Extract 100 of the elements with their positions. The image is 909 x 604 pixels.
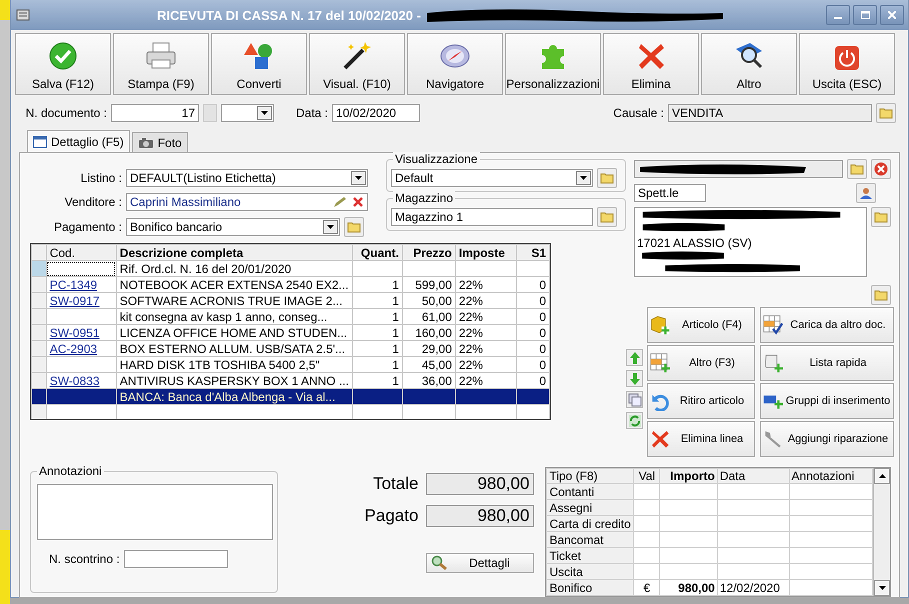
field-label: N. scontrino : <box>49 552 120 566</box>
column-header[interactable]: Cod. <box>46 244 116 260</box>
copy-button[interactable] <box>626 391 643 408</box>
remove-button[interactable] <box>871 159 891 179</box>
salutation-field[interactable]: Spett.le <box>634 184 706 202</box>
column-header[interactable]: Quant. <box>352 244 402 260</box>
pencil-icon[interactable] <box>333 196 347 208</box>
folder-button[interactable] <box>871 207 891 227</box>
reason-field[interactable]: VENDITA <box>668 104 872 122</box>
toolbar-button[interactable]: Altro <box>701 33 797 95</box>
tab[interactable]: Foto <box>132 132 188 152</box>
document-number-field[interactable]: 17 <box>111 104 199 122</box>
date-field[interactable]: 10/02/2020 <box>332 104 420 122</box>
notes-field[interactable] <box>37 484 273 540</box>
address-field[interactable]: 17021 ALASSIO (SV) <box>634 207 867 277</box>
column-header[interactable]: Imposte <box>455 244 517 260</box>
payment-type-cell[interactable]: Contanti <box>546 484 634 500</box>
address-line: 17021 ALASSIO (SV) <box>637 236 752 250</box>
view-dropdown[interactable]: Default <box>391 169 593 187</box>
row-indicator[interactable] <box>32 388 46 404</box>
payment-type-cell[interactable]: Ticket <box>546 548 634 564</box>
printer-icon <box>144 41 178 71</box>
action-button[interactable]: Carica da altro doc. <box>760 307 894 343</box>
small-field[interactable] <box>203 104 217 122</box>
delete-icon[interactable] <box>353 197 363 207</box>
column-header[interactable]: Importo <box>660 468 718 484</box>
toolbar-button[interactable]: Visual. (F10) <box>309 33 405 95</box>
table-cell: 22% <box>455 356 517 372</box>
code-link[interactable]: SW-0951 <box>50 326 100 340</box>
receipt-number-field[interactable] <box>124 550 228 568</box>
payment-dropdown[interactable]: Bonifico bancario <box>126 218 340 236</box>
tab[interactable]: Dettaglio (F5) <box>27 130 130 152</box>
action-button[interactable]: Articolo (F4) <box>647 307 755 343</box>
code-link[interactable]: AC-2903 <box>50 342 98 356</box>
magic-wand-icon <box>341 41 373 71</box>
move-up-button[interactable] <box>626 349 643 366</box>
caret-icon <box>327 225 334 229</box>
details-button[interactable]: Dettagli <box>426 553 534 573</box>
column-header[interactable]: S1 <box>516 244 550 260</box>
table-row[interactable]: HARD DISK 1TB TOSHIBA 5400 2,5" 1 45,00 22% 0 <box>32 356 550 372</box>
table-row[interactable]: Rif. Ord.cl. N. 16 del 20/01/2020 <box>32 260 550 276</box>
payment-type-cell[interactable]: Bonifico <box>546 580 634 596</box>
paid-label: Pagato <box>364 506 418 526</box>
cross-icon <box>650 429 670 449</box>
column-header[interactable]: Descrizione completa <box>116 244 352 260</box>
toolbar-button[interactable]: Personalizzazioni <box>505 33 601 95</box>
toolbar-button[interactable]: Stampa (F9) <box>113 33 209 95</box>
customer-field[interactable] <box>634 160 843 178</box>
action-button[interactable]: Ritiro articolo <box>647 383 755 419</box>
payment-type-cell[interactable]: Assegni <box>546 500 634 516</box>
code-link[interactable]: PC-1349 <box>50 278 98 292</box>
column-header[interactable]: Annotazioni <box>789 468 873 484</box>
folder-button[interactable] <box>847 159 867 179</box>
refresh-button[interactable] <box>626 412 643 429</box>
table-row[interactable]: AC-2903 BOX ESTERNO ALLUM. USB/SATA 2.5'... 1 29,00 22% 0 <box>32 340 550 356</box>
payment-type-cell[interactable]: Uscita <box>546 564 634 580</box>
close-button[interactable] <box>880 5 904 25</box>
minimize-button[interactable] <box>826 5 850 25</box>
toolbar-button[interactable]: Salva (F12) <box>15 33 111 95</box>
folder-button[interactable] <box>597 168 617 188</box>
table-row[interactable]: kit consegna av kasp 1 anno, conseg... 1 61,00 22% 0 <box>32 308 550 324</box>
toolbar-button[interactable]: Converti <box>211 33 307 95</box>
table-row[interactable]: BANCA: Banca d'Alba Albenga - Via al... <box>32 388 550 404</box>
folder-button[interactable] <box>871 285 891 305</box>
column-header[interactable]: Val <box>634 468 660 484</box>
table-row[interactable]: PC-1349 NOTEBOOK ACER EXTENSA 2540 EX2... 1 599,00 22% 0 <box>32 276 550 292</box>
code-link[interactable]: SW-0917 <box>50 294 100 308</box>
contact-search-button[interactable] <box>856 183 876 203</box>
total-field: 980,00 <box>426 473 534 495</box>
table-row[interactable]: SW-0951 LICENZA OFFICE HOME AND STUDEN... 1 160,00 22% 0 <box>32 324 550 340</box>
toolbar-button[interactable]: Elimina <box>603 33 699 95</box>
column-header[interactable]: Prezzo <box>402 244 456 260</box>
column-header[interactable]: Tipo (F8) <box>546 468 634 484</box>
toolbar-button[interactable]: Uscita (ESC) <box>799 33 895 95</box>
code-link[interactable]: SW-0833 <box>50 374 100 388</box>
action-button[interactable]: Altro (F3) <box>647 345 755 381</box>
action-button[interactable]: Lista rapida <box>760 345 894 381</box>
action-button[interactable]: Aggiungi riparazione <box>760 421 894 457</box>
move-down-button[interactable] <box>626 370 643 387</box>
folder-button[interactable] <box>876 103 896 123</box>
app-icon <box>15 7 31 23</box>
table-row[interactable]: SW-0917 SOFTWARE ACRONIS TRUE IMAGE 2... 1 50,00 22% 0 <box>32 292 550 308</box>
shapes-icon <box>243 41 275 71</box>
group-label: Annotazioni <box>37 464 104 478</box>
price-list-dropdown[interactable]: DEFAULT(Listino Etichetta) <box>126 169 368 187</box>
table-cell: 22% <box>455 276 517 292</box>
scrollbar[interactable] <box>873 468 890 596</box>
table-cell <box>660 500 718 516</box>
action-button[interactable]: Gruppi di inserimento <box>760 383 894 419</box>
maximize-button[interactable] <box>853 5 877 25</box>
payment-type-cell[interactable]: Bancomat <box>546 532 634 548</box>
action-button[interactable]: Elimina linea <box>647 421 755 457</box>
warehouse-field[interactable]: Magazzino 1 <box>391 208 593 226</box>
folder-button[interactable] <box>597 207 617 227</box>
column-header[interactable]: Data <box>717 468 790 484</box>
seller-field[interactable]: Caprini Massimiliano <box>126 193 368 211</box>
toolbar-button[interactable]: Navigatore <box>407 33 503 95</box>
payment-type-cell[interactable]: Carta di credito <box>546 516 634 532</box>
table-cell: 1 <box>352 324 402 340</box>
folder-button[interactable] <box>344 217 364 237</box>
